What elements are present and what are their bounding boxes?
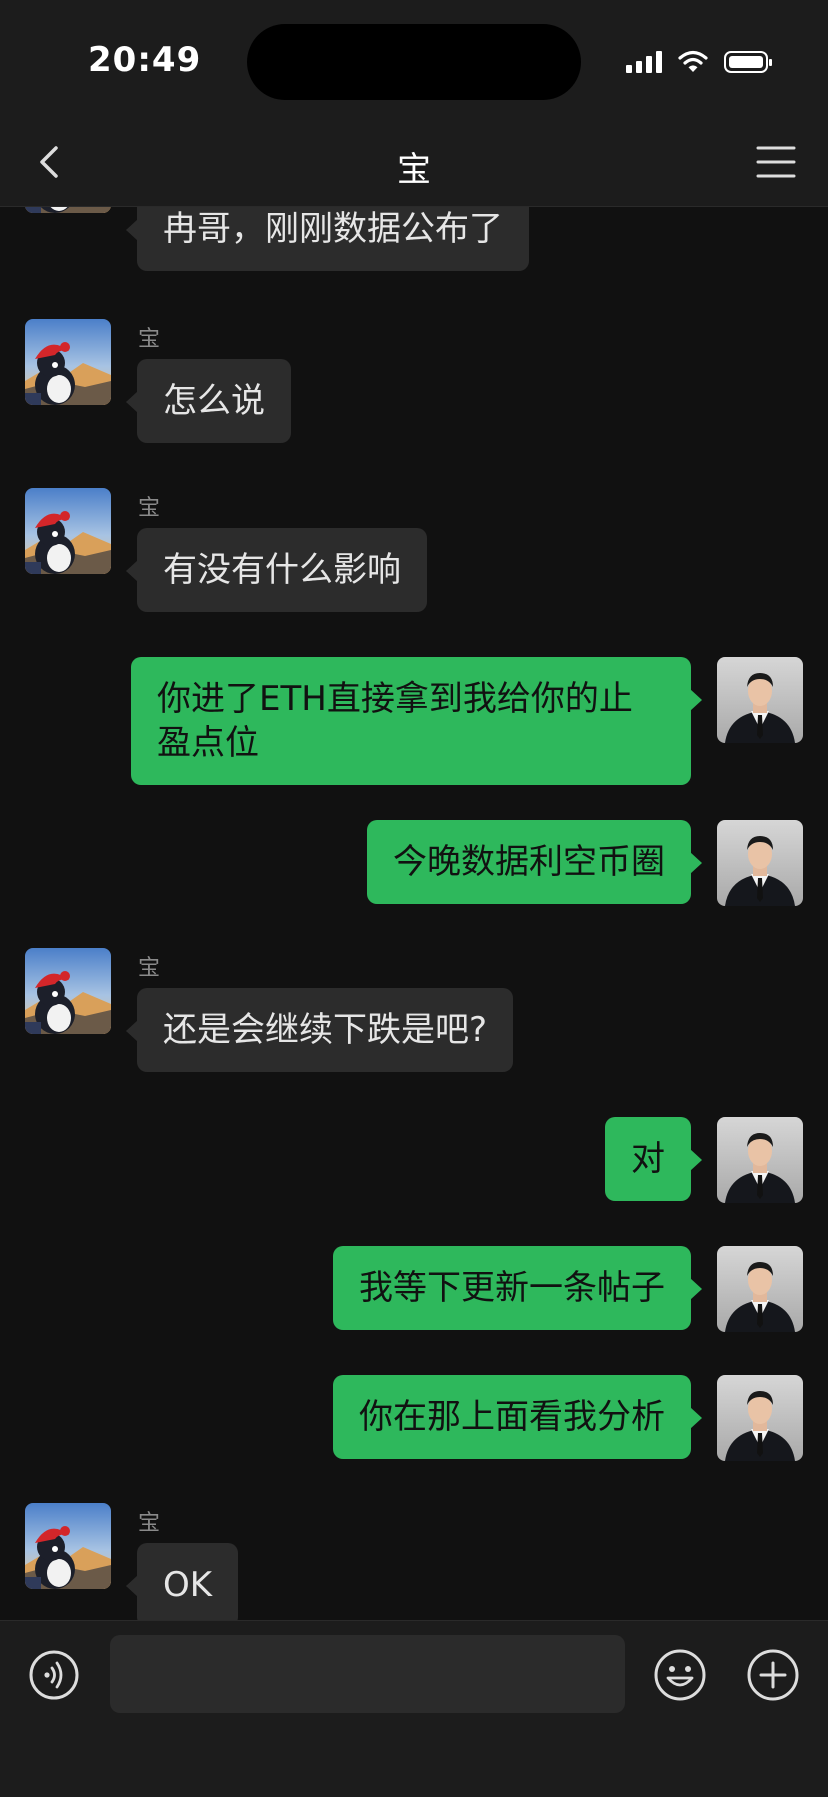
incoming-message-bubble[interactable]: 有没有什么影响 bbox=[126, 528, 427, 612]
sender-name: 宝 bbox=[138, 956, 161, 981]
my-avatar[interactable] bbox=[717, 1117, 803, 1203]
incoming-message-bubble[interactable]: 还是会继续下跌是吧? bbox=[125, 988, 514, 1072]
outgoing-message-bubble[interactable]: 今晚数据利空币圈 bbox=[367, 820, 702, 904]
contact-avatar[interactable] bbox=[25, 207, 111, 213]
my-avatar[interactable] bbox=[717, 1375, 803, 1461]
hamburger-menu-icon[interactable] bbox=[754, 142, 798, 182]
plus-icon[interactable] bbox=[745, 1647, 801, 1703]
battery-icon bbox=[724, 51, 772, 73]
contact-avatar[interactable] bbox=[25, 1503, 111, 1589]
my-avatar[interactable] bbox=[717, 1246, 803, 1332]
incoming-message-bubble[interactable]: 冉哥，刚刚数据公布了 bbox=[126, 207, 529, 271]
emoji-icon[interactable] bbox=[652, 1647, 708, 1703]
status-bar: 20:49 bbox=[0, 0, 828, 120]
contact-avatar[interactable] bbox=[25, 488, 111, 574]
input-bar bbox=[0, 1620, 828, 1797]
nav-bar: 宝 bbox=[0, 120, 828, 207]
sender-name: 宝 bbox=[138, 1511, 161, 1536]
status-time: 20:49 bbox=[88, 40, 202, 80]
outgoing-message-bubble[interactable]: 你进了ETH直接拿到我给你的止 盈点位 bbox=[131, 657, 702, 785]
outgoing-message-bubble[interactable]: 对 bbox=[605, 1117, 702, 1201]
message-input[interactable] bbox=[110, 1635, 625, 1713]
incoming-message-bubble[interactable]: OK bbox=[125, 1543, 239, 1620]
incoming-message-bubble[interactable]: 怎么说 bbox=[126, 359, 291, 443]
dynamic-island bbox=[247, 24, 581, 100]
sender-name: 宝 bbox=[138, 327, 161, 352]
chat-message-list[interactable]: 冉哥，刚刚数据公布了 宝 怎么说 宝 有没有什么影响 你进了ETH直接拿到我给你… bbox=[0, 207, 828, 1620]
my-avatar[interactable] bbox=[717, 820, 803, 906]
chat-title: 宝 bbox=[397, 150, 431, 190]
status-icons bbox=[626, 48, 772, 76]
wifi-icon bbox=[678, 50, 708, 72]
cellular-signal-icon bbox=[626, 51, 662, 73]
sender-name: 宝 bbox=[138, 496, 161, 521]
outgoing-message-bubble[interactable]: 我等下更新一条帖子 bbox=[333, 1246, 702, 1330]
contact-avatar[interactable] bbox=[25, 948, 111, 1034]
voice-icon[interactable] bbox=[28, 1649, 80, 1701]
outgoing-message-bubble[interactable]: 你在那上面看我分析 bbox=[333, 1375, 702, 1459]
my-avatar[interactable] bbox=[717, 657, 803, 743]
contact-avatar[interactable] bbox=[25, 319, 111, 405]
